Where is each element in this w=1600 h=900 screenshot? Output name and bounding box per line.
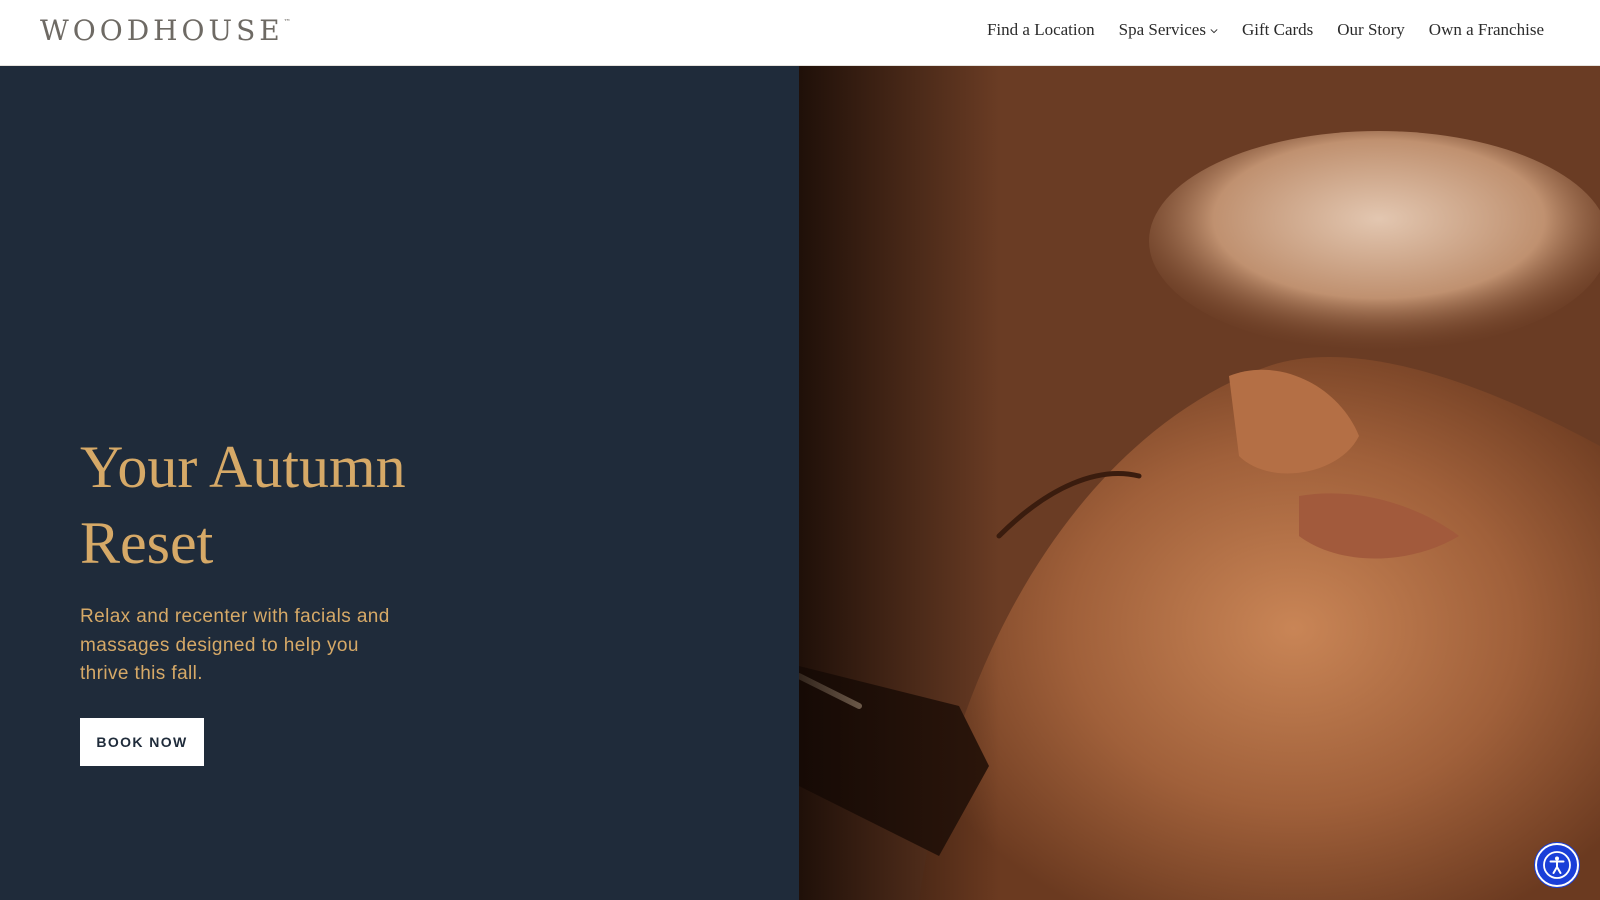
- hero-text-panel: Your Autumn Reset Relax and recenter with…: [0, 66, 799, 900]
- facial-treatment-photo: [799, 66, 1600, 900]
- woodhouse-logo[interactable]: WOODHOUSE™: [40, 14, 291, 47]
- nav-label: Our Story: [1337, 20, 1405, 39]
- hero-title: Your Autumn Reset: [80, 429, 480, 581]
- chevron-down-icon: [1210, 29, 1218, 34]
- hero-subtitle: Relax and recenter with facials and mass…: [80, 606, 390, 684]
- site-header: WOODHOUSE™ Find a Location Spa Services …: [0, 0, 1600, 66]
- nav-spa-services[interactable]: Spa Services: [1119, 20, 1218, 40]
- nav-label: Find a Location: [986, 20, 1095, 39]
- book-now-button[interactable]: BOOK NOW: [80, 718, 204, 766]
- hero-image: [799, 66, 1600, 900]
- nav-label: Gift Cards: [1241, 20, 1314, 39]
- main-nav: Find a Location Spa Services Gift Cards …: [987, 20, 1544, 40]
- nav-label: Own a Franchise: [1428, 20, 1544, 39]
- logo-text: WOODHOUSE: [40, 14, 284, 47]
- nav-find-location[interactable]: Find a Location: [987, 20, 1095, 40]
- nav-gift-cards[interactable]: Gift Cards: [1242, 20, 1313, 40]
- nav-label: Spa Services: [1118, 20, 1206, 39]
- logo-trademark: ™: [283, 18, 291, 26]
- nav-our-story[interactable]: Our Story: [1337, 20, 1405, 40]
- hero-title-line-2: Reset: [80, 510, 214, 576]
- accessibility-icon: [1543, 851, 1571, 879]
- accessibility-button[interactable]: [1535, 843, 1579, 887]
- nav-own-franchise[interactable]: Own a Franchise: [1429, 20, 1544, 40]
- hero-title-line-1: Your Autumn: [80, 434, 406, 500]
